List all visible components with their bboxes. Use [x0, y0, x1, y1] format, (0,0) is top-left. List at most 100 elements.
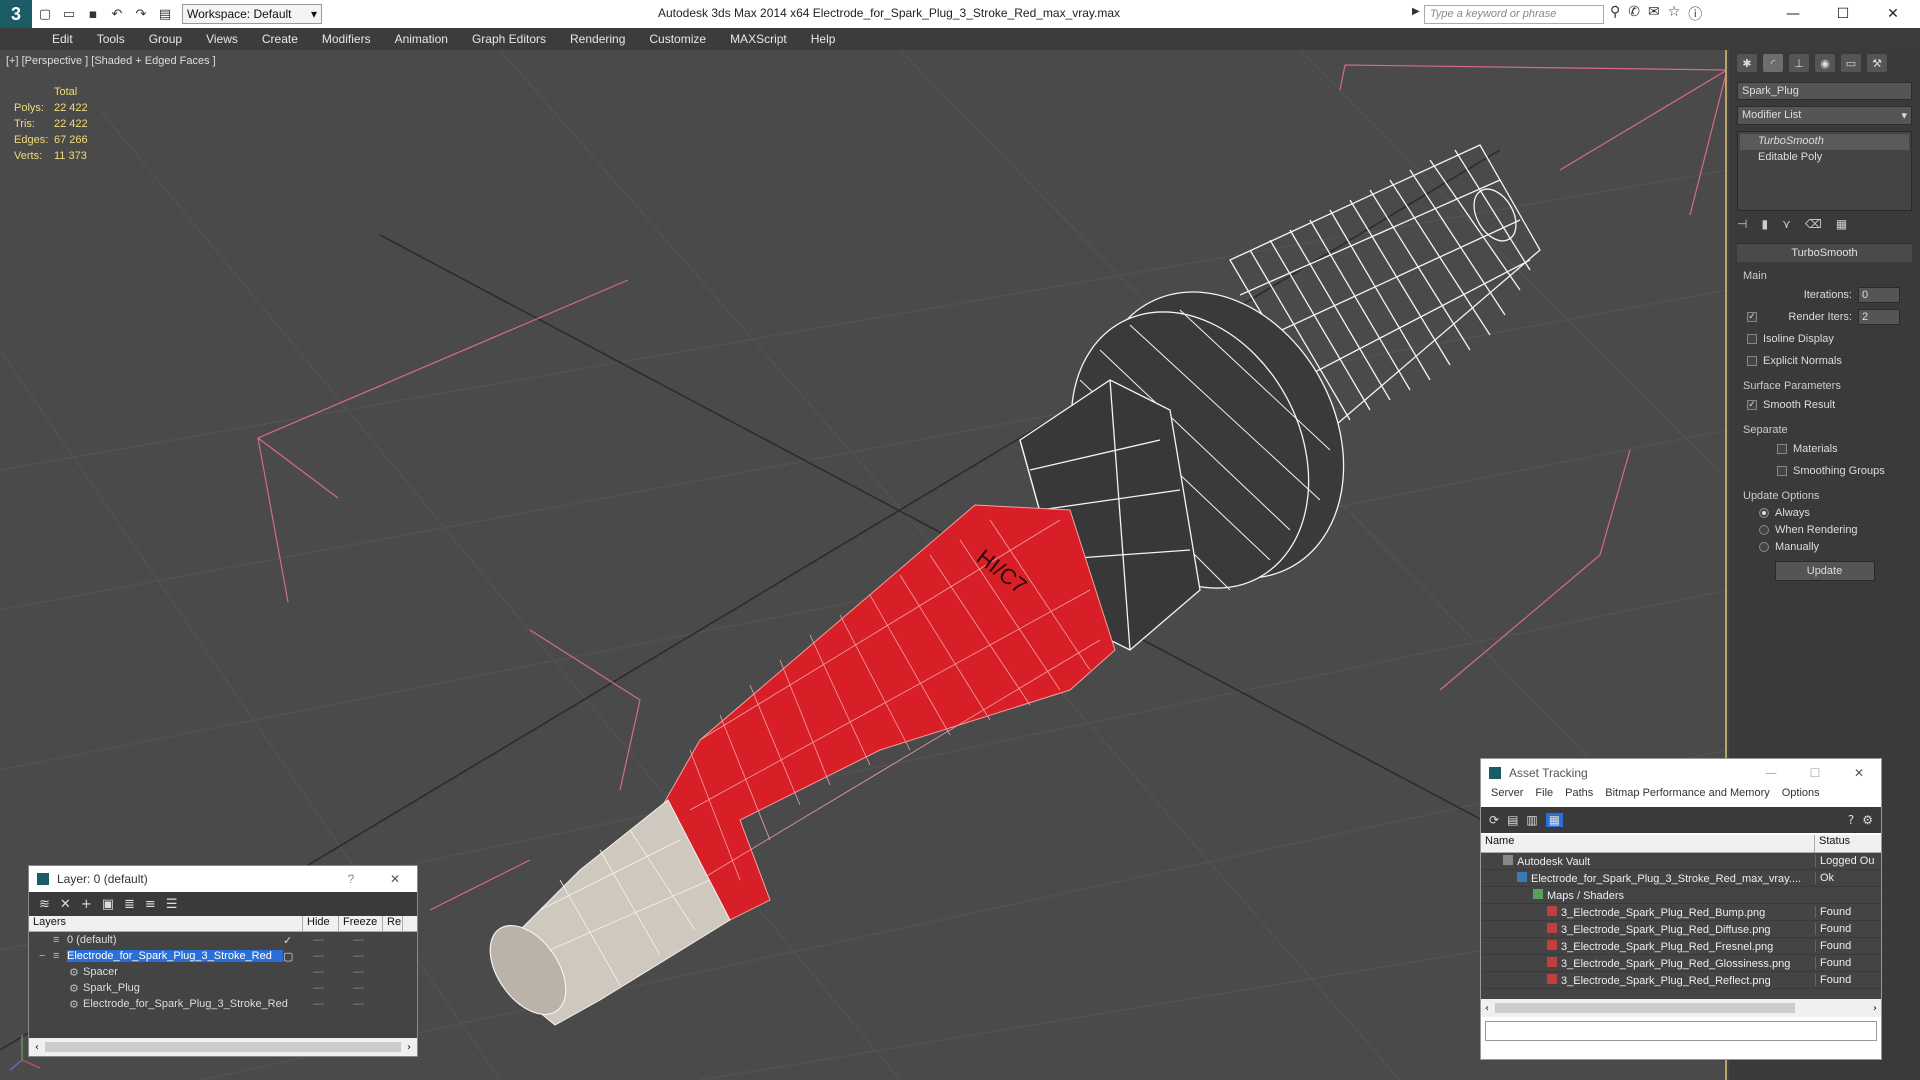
- close-icon[interactable]: ✕: [373, 872, 417, 886]
- subscription-icon[interactable]: ✉: [1648, 4, 1660, 24]
- scrollbar-thumb[interactable]: [45, 1042, 401, 1052]
- refresh-icon[interactable]: ⟳: [1489, 813, 1499, 827]
- hide-toggle[interactable]: —: [313, 950, 353, 962]
- smoothing-groups-checkbox[interactable]: [1777, 466, 1787, 476]
- asset-row[interactable]: Autodesk Vault Logged Ou: [1481, 853, 1881, 870]
- layer-row[interactable]: − ≡ Electrode_for_Spark_Plug_3_Stroke_Re…: [29, 948, 417, 964]
- hide-toggle[interactable]: —: [313, 998, 353, 1010]
- stack-item-turbosmooth[interactable]: TurboSmooth: [1740, 134, 1909, 150]
- highlight-layer-icon[interactable]: ≣: [124, 897, 135, 912]
- new-file-icon[interactable]: ▢: [34, 3, 56, 25]
- motion-tab-icon[interactable]: ◉: [1815, 54, 1835, 72]
- layer-window-titlebar[interactable]: Layer: 0 (default) ? ✕: [29, 866, 417, 892]
- add-to-layer-icon[interactable]: +: [81, 897, 92, 912]
- delete-layer-icon[interactable]: ✕: [60, 897, 71, 912]
- favorites-star-icon[interactable]: ☆: [1668, 4, 1681, 24]
- freeze-toggle[interactable]: —: [353, 998, 364, 1010]
- asset-row[interactable]: Maps / Shaders: [1481, 887, 1881, 904]
- scrollbar-thumb[interactable]: [1495, 1003, 1795, 1013]
- set-current-checkbox-icon[interactable]: ▢: [283, 950, 313, 963]
- remove-modifier-icon[interactable]: ⌫: [1805, 217, 1822, 231]
- menu-views[interactable]: Views: [206, 32, 238, 46]
- column-status[interactable]: Status: [1815, 835, 1875, 852]
- materials-checkbox[interactable]: [1777, 444, 1787, 454]
- modifier-list-dropdown[interactable]: Modifier List ▾: [1737, 106, 1912, 125]
- hide-toggle[interactable]: —: [313, 982, 353, 994]
- explicit-normals-checkbox[interactable]: [1747, 356, 1757, 366]
- layer-object-row[interactable]: ⚙ Electrode_for_Spark_Plug_3_Stroke_Red …: [29, 996, 417, 1012]
- menu-customize[interactable]: Customize: [649, 32, 706, 46]
- hide-toggle[interactable]: —: [313, 934, 353, 946]
- asset-window-titlebar[interactable]: Asset Tracking — ☐ ✕: [1481, 759, 1881, 787]
- smooth-result-checkbox[interactable]: ✓: [1747, 400, 1757, 410]
- thumbnail-view-icon[interactable]: ▥: [1526, 813, 1537, 827]
- menu-maxscript[interactable]: MAXScript: [730, 32, 787, 46]
- asset-row[interactable]: 3_Electrode_Spark_Plug_Red_Diffuse.png F…: [1481, 921, 1881, 938]
- maximize-button[interactable]: ☐: [1820, 0, 1866, 28]
- stack-item-editable-poly[interactable]: Editable Poly: [1740, 150, 1909, 166]
- freeze-toggle[interactable]: —: [353, 966, 364, 978]
- help-icon[interactable]: ⓘ: [1688, 4, 1702, 24]
- project-folder-icon[interactable]: ▤: [154, 3, 176, 25]
- horizontal-scrollbar[interactable]: ‹ ›: [29, 1038, 417, 1056]
- communication-icon[interactable]: ✆: [1628, 4, 1640, 24]
- search-expand-icon[interactable]: ▶: [1412, 6, 1420, 17]
- undo-icon[interactable]: ↶: [106, 3, 128, 25]
- workspace-dropdown[interactable]: Workspace: Default ▾: [182, 4, 322, 24]
- column-hide[interactable]: Hide: [303, 916, 339, 931]
- hide-all-icon[interactable]: ≡: [145, 897, 156, 912]
- menu-modifiers[interactable]: Modifiers: [322, 32, 371, 46]
- help-icon[interactable]: ?: [1848, 813, 1854, 827]
- object-name-field[interactable]: Spark_Plug: [1737, 82, 1912, 100]
- help-icon[interactable]: ?: [329, 872, 373, 886]
- menu-help[interactable]: Help: [811, 32, 836, 46]
- binoculars-icon[interactable]: ⚲: [1610, 4, 1620, 24]
- asset-row[interactable]: Electrode_for_Spark_Plug_3_Stroke_Red_ma…: [1481, 870, 1881, 887]
- column-render[interactable]: Re: [383, 916, 403, 931]
- asset-path-field[interactable]: [1485, 1021, 1877, 1041]
- close-icon[interactable]: ✕: [1837, 766, 1881, 780]
- menu-create[interactable]: Create: [262, 32, 298, 46]
- minimize-button[interactable]: —: [1770, 0, 1816, 28]
- viewport-label[interactable]: [+] [Perspective ] [Shaded + Edged Faces…: [6, 55, 216, 67]
- asset-menu-options[interactable]: Options: [1782, 787, 1820, 807]
- configure-sets-icon[interactable]: ▦: [1836, 217, 1847, 231]
- iterations-spinner[interactable]: 0: [1858, 287, 1900, 303]
- minimize-icon[interactable]: —: [1749, 766, 1793, 780]
- update-button[interactable]: Update: [1774, 561, 1875, 581]
- rollout-title[interactable]: TurboSmooth: [1737, 244, 1912, 262]
- app-logo-icon[interactable]: 3: [0, 0, 32, 28]
- search-input[interactable]: Type a keyword or phrase: [1424, 5, 1604, 24]
- freeze-toggle[interactable]: —: [353, 934, 364, 946]
- manually-radio[interactable]: [1759, 541, 1769, 552]
- maximize-icon[interactable]: ☐: [1793, 766, 1837, 780]
- scroll-left-icon[interactable]: ‹: [35, 1042, 39, 1053]
- scroll-right-icon[interactable]: ›: [407, 1042, 411, 1053]
- asset-menu-server[interactable]: Server: [1491, 787, 1523, 807]
- layer-object-row[interactable]: ⚙ Spark_Plug — —: [29, 980, 417, 996]
- create-tab-icon[interactable]: ✱: [1737, 54, 1757, 72]
- close-button[interactable]: ✕: [1870, 0, 1916, 28]
- asset-menu-file[interactable]: File: [1535, 787, 1553, 807]
- menu-edit[interactable]: Edit: [52, 32, 73, 46]
- collapse-icon[interactable]: −: [39, 950, 53, 962]
- open-file-icon[interactable]: ▭: [58, 3, 80, 25]
- asset-menu-paths[interactable]: Paths: [1565, 787, 1593, 807]
- freeze-toggle[interactable]: —: [353, 982, 364, 994]
- modify-tab-icon[interactable]: ◜: [1763, 54, 1783, 72]
- show-end-result-icon[interactable]: ▮: [1761, 217, 1768, 231]
- freeze-all-icon[interactable]: ☰: [166, 897, 178, 912]
- spark-plug-model[interactable]: HI/C7: [475, 144, 1541, 1028]
- menu-animation[interactable]: Animation: [395, 32, 448, 46]
- asset-row[interactable]: 3_Electrode_Spark_Plug_Red_Glossiness.pn…: [1481, 955, 1881, 972]
- asset-row[interactable]: 3_Electrode_Spark_Plug_Red_Reflect.png F…: [1481, 972, 1881, 989]
- list-view-icon[interactable]: ▤: [1507, 813, 1518, 827]
- asset-row[interactable]: 3_Electrode_Spark_Plug_Red_Fresnel.png F…: [1481, 938, 1881, 955]
- isoline-checkbox[interactable]: [1747, 334, 1757, 344]
- render-iters-spinner[interactable]: 2: [1858, 309, 1900, 325]
- asset-row[interactable]: 3_Electrode_Spark_Plug_Red_Bump.png Foun…: [1481, 904, 1881, 921]
- create-layer-icon[interactable]: ≋: [39, 897, 50, 912]
- layer-row[interactable]: ≡ 0 (default) ✓ — —: [29, 932, 417, 948]
- column-name[interactable]: Name: [1481, 835, 1815, 852]
- utilities-tab-icon[interactable]: ⚒: [1867, 54, 1887, 72]
